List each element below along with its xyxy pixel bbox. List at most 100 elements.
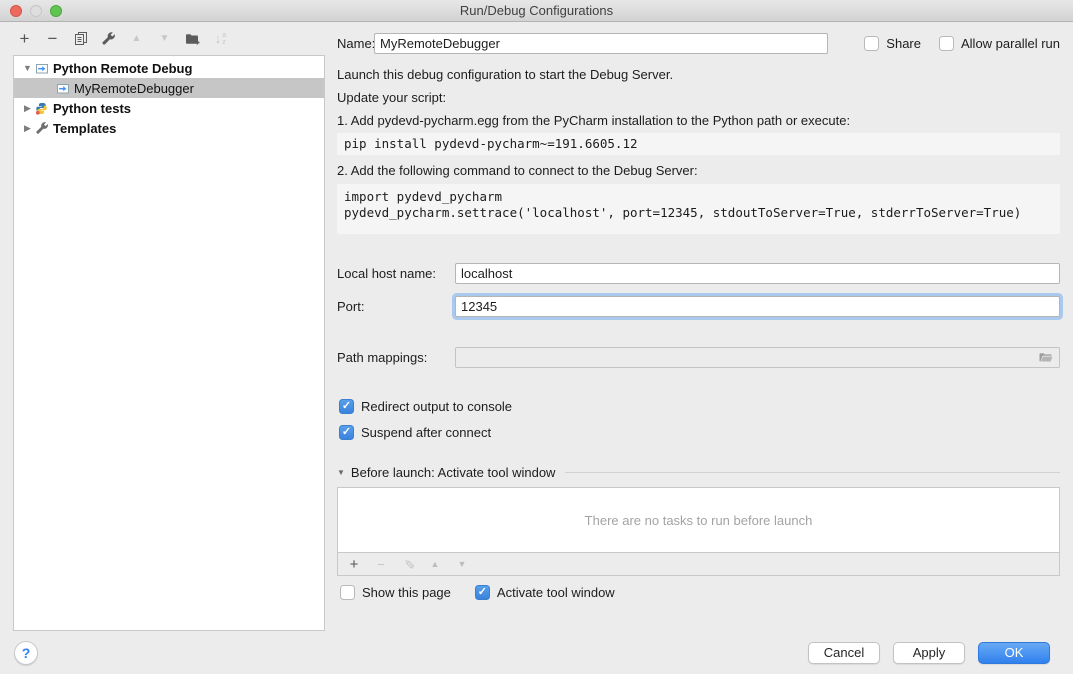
- step1-text: 1. Add pydevd-pycharm.egg from the PyCha…: [337, 113, 1060, 128]
- intro-text: Launch this debug configuration to start…: [337, 67, 1060, 82]
- show-this-page-label: Show this page: [362, 585, 451, 600]
- question-mark-icon: ?: [22, 645, 31, 661]
- tree-item-label: MyRemoteDebugger: [74, 81, 194, 96]
- remote-debug-icon: [55, 81, 70, 95]
- code-line-2: pydevd_pycharm.settrace('localhost', por…: [344, 205, 1053, 221]
- suspend-after-connect-label: Suspend after connect: [361, 425, 491, 440]
- port-row: Port:: [337, 295, 1060, 317]
- move-up-button[interactable]: ▲: [128, 30, 145, 47]
- dialog-footer: ? Cancel Apply OK: [0, 631, 1073, 674]
- before-launch-options: Show this page ✓ Activate tool window: [337, 585, 1060, 600]
- apply-button[interactable]: Apply: [893, 642, 965, 664]
- title-bar[interactable]: Run/Debug Configurations: [0, 0, 1073, 22]
- check-icon: ✓: [342, 401, 351, 412]
- move-down-icon: ▼: [160, 34, 170, 44]
- tree-item-templates[interactable]: ▶ Templates: [14, 118, 324, 138]
- check-icon: ✓: [342, 427, 351, 438]
- add-task-button[interactable]: +: [347, 556, 361, 573]
- add-icon: +: [20, 30, 30, 47]
- remove-task-button[interactable]: −: [374, 557, 388, 572]
- port-label: Port:: [337, 299, 455, 314]
- sort-configurations-button[interactable]: ↓ az: [212, 30, 229, 47]
- move-task-down-button[interactable]: ▼: [455, 559, 469, 569]
- check-icon: ✓: [478, 587, 487, 598]
- settrace-code: import pydevd_pycharm pydevd_pycharm.set…: [337, 184, 1060, 234]
- move-down-icon: ▼: [458, 559, 467, 569]
- edit-task-button[interactable]: ✎: [401, 556, 415, 572]
- local-host-row: Local host name:: [337, 262, 1060, 284]
- allow-parallel-run-checkbox[interactable]: Allow parallel run: [939, 36, 1060, 51]
- add-icon: +: [350, 556, 359, 573]
- run-debug-configurations-dialog: Run/Debug Configurations + − ▲ ▼: [0, 0, 1073, 674]
- code-line-1: import pydevd_pycharm: [344, 189, 1053, 205]
- add-configuration-button[interactable]: +: [16, 30, 33, 47]
- name-input[interactable]: [374, 33, 828, 54]
- local-host-label: Local host name:: [337, 266, 455, 281]
- move-up-icon: ▲: [431, 559, 440, 569]
- checkbox-box[interactable]: ✓: [339, 399, 354, 414]
- local-host-input[interactable]: [455, 263, 1060, 284]
- python-icon: [34, 101, 49, 115]
- header-divider: [565, 472, 1060, 473]
- empty-tasks-message: There are no tasks to run before launch: [585, 513, 813, 528]
- activate-tool-window-checkbox[interactable]: ✓ Activate tool window: [475, 585, 615, 600]
- ok-button[interactable]: OK: [978, 642, 1050, 664]
- cancel-button[interactable]: Cancel: [808, 642, 880, 664]
- checkbox-box[interactable]: ✓: [339, 425, 354, 440]
- update-script-text: Update your script:: [337, 90, 1060, 105]
- tree-item-python-tests[interactable]: ▶ Python tests: [14, 98, 324, 118]
- remove-configuration-button[interactable]: −: [44, 30, 61, 47]
- browse-folder-icon[interactable]: [1038, 351, 1053, 364]
- help-button[interactable]: ?: [14, 641, 38, 665]
- show-this-page-checkbox[interactable]: Show this page: [340, 585, 451, 600]
- path-mappings-label: Path mappings:: [337, 350, 455, 365]
- suspend-after-connect-checkbox[interactable]: ✓ Suspend after connect: [339, 425, 1060, 440]
- name-row: Name: Share Allow parallel run: [337, 32, 1060, 54]
- sort-alphabetically-icon: ↓ az: [215, 31, 226, 46]
- share-label: Share: [886, 36, 921, 51]
- close-button[interactable]: [10, 5, 22, 17]
- path-mappings-field[interactable]: [455, 347, 1060, 368]
- wrench-icon: [101, 31, 116, 46]
- allow-parallel-run-label: Allow parallel run: [961, 36, 1060, 51]
- share-checkbox[interactable]: Share: [864, 36, 921, 51]
- configurations-sidebar: + − ▲ ▼: [0, 22, 325, 631]
- window-title: Run/Debug Configurations: [460, 3, 613, 18]
- activate-tool-window-label: Activate tool window: [497, 585, 615, 600]
- minimize-button: [30, 5, 42, 17]
- create-folder-button[interactable]: [184, 30, 201, 47]
- expand-arrow-icon[interactable]: ▶: [21, 123, 34, 134]
- collapse-arrow-icon[interactable]: ▼: [21, 63, 34, 73]
- remove-icon: −: [377, 557, 385, 572]
- checkbox-box[interactable]: [864, 36, 879, 51]
- move-task-up-button[interactable]: ▲: [428, 559, 442, 569]
- move-up-icon: ▲: [132, 34, 142, 44]
- before-launch-title: Before launch: Activate tool window: [351, 465, 556, 480]
- tree-item-label: Python Remote Debug: [53, 61, 192, 76]
- name-label: Name:: [337, 36, 373, 51]
- expand-arrow-icon[interactable]: ▶: [21, 103, 34, 114]
- remote-debug-icon: [34, 61, 49, 75]
- tree-item-myremotedebugger[interactable]: MyRemoteDebugger: [14, 78, 324, 98]
- copy-configuration-button[interactable]: [72, 30, 89, 47]
- new-folder-icon: [185, 32, 201, 46]
- step2-text: 2. Add the following command to connect …: [337, 163, 1060, 178]
- zoom-button[interactable]: [50, 5, 62, 17]
- task-list-toolbar: + − ✎ ▲ ▼: [337, 553, 1060, 576]
- tree-item-python-remote-debug[interactable]: ▼ Python Remote Debug: [14, 58, 324, 78]
- edit-templates-button[interactable]: [100, 30, 117, 47]
- wrench-icon: [34, 121, 49, 135]
- pencil-icon: ✎: [400, 559, 416, 570]
- configuration-editor-panel: Name: Share Allow parallel run Launch th…: [325, 22, 1073, 631]
- port-input[interactable]: [455, 296, 1060, 317]
- before-launch-task-list[interactable]: There are no tasks to run before launch: [337, 487, 1060, 553]
- path-mappings-row: Path mappings:: [337, 346, 1060, 368]
- move-down-button[interactable]: ▼: [156, 30, 173, 47]
- collapse-arrow-icon[interactable]: ▼: [337, 468, 345, 477]
- sidebar-toolbar: + − ▲ ▼: [0, 22, 325, 55]
- before-launch-header[interactable]: ▼ Before launch: Activate tool window: [337, 465, 1060, 480]
- redirect-output-checkbox[interactable]: ✓ Redirect output to console: [339, 399, 1060, 414]
- checkbox-box[interactable]: [939, 36, 954, 51]
- checkbox-box[interactable]: ✓: [475, 585, 490, 600]
- checkbox-box[interactable]: [340, 585, 355, 600]
